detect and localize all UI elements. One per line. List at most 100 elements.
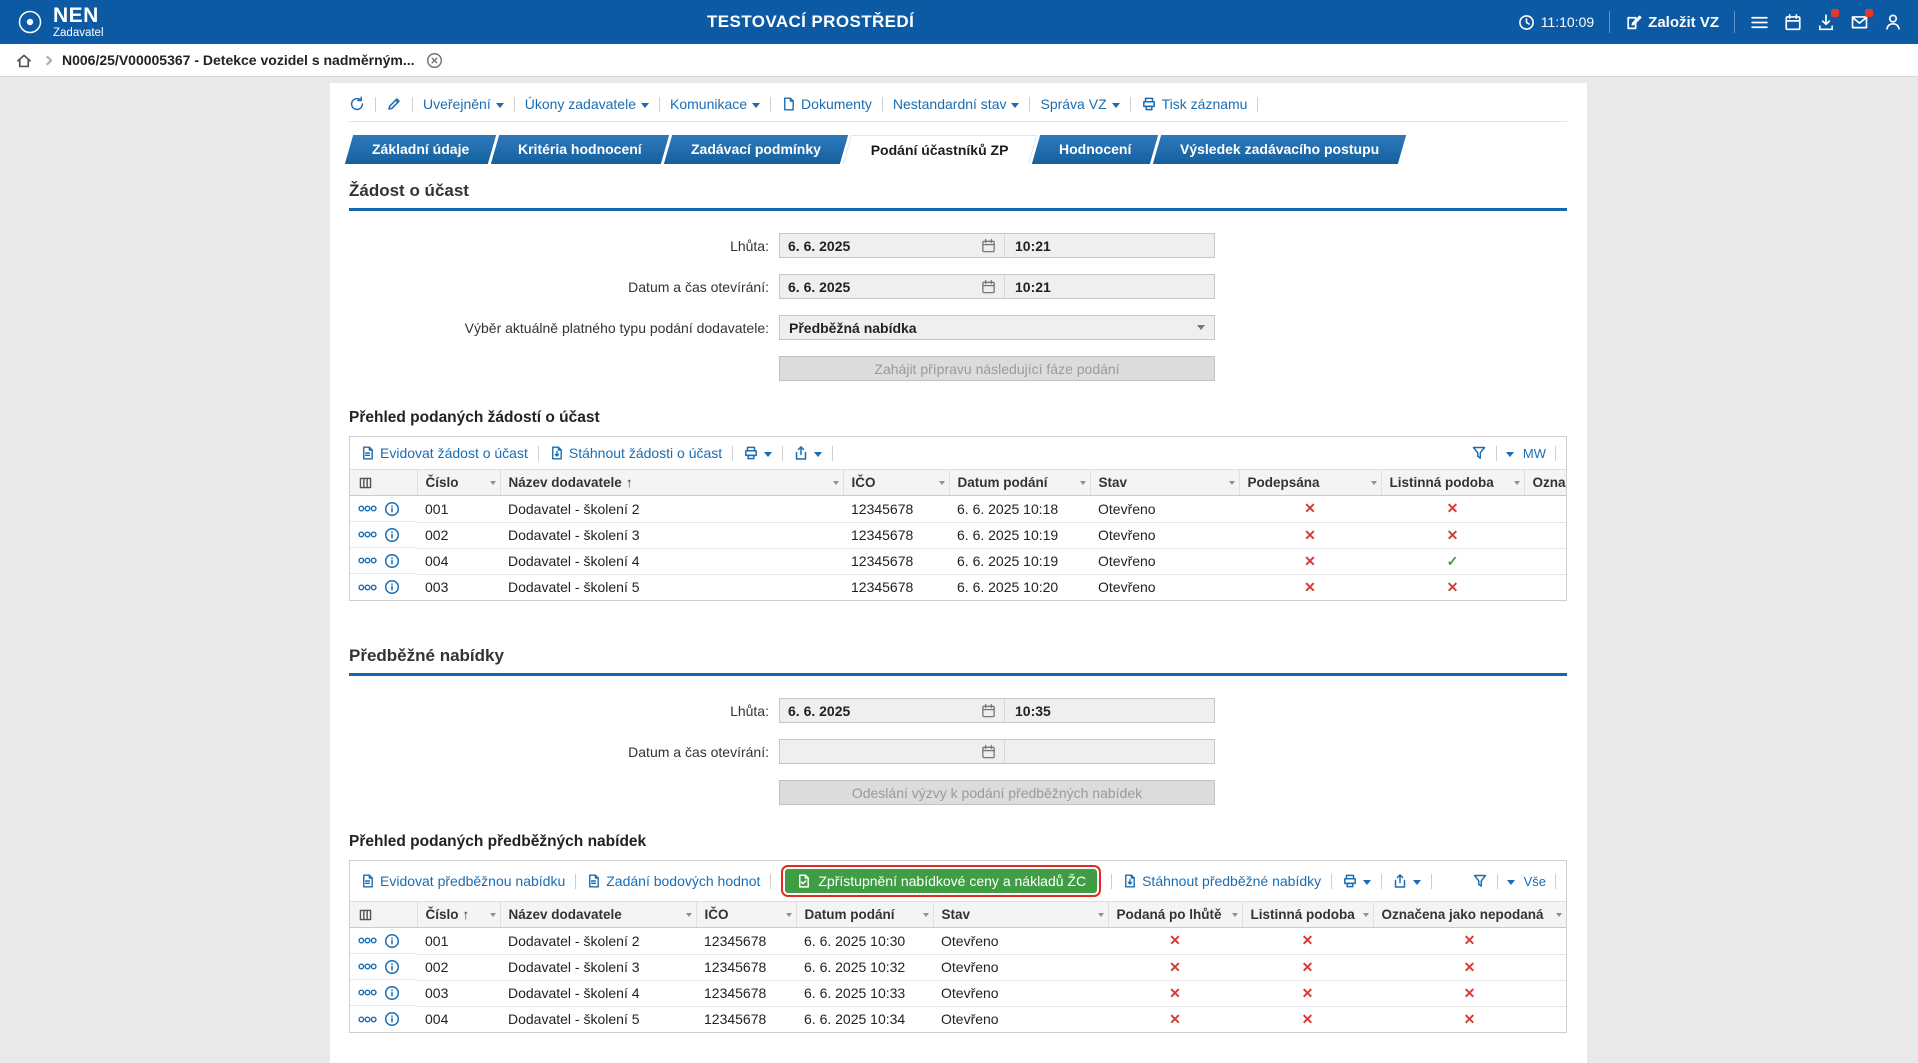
tab-vysledek[interactable]: Výsledek zadávacího postupu — [1153, 135, 1406, 164]
close-record-button[interactable] — [426, 52, 443, 69]
menu-nestandardni-stav[interactable]: Nestandardní stav — [893, 96, 1020, 112]
row-menu-icon[interactable] — [358, 584, 377, 591]
filter-caret-icon[interactable] — [1363, 913, 1369, 917]
otevirani-nabidky-datetime-field[interactable] — [779, 739, 1215, 764]
col-header-listinna[interactable]: Listinná podoba — [1381, 470, 1524, 496]
home-button[interactable] — [15, 52, 33, 69]
filter-caret-icon[interactable] — [833, 481, 839, 485]
info-icon[interactable] — [384, 1011, 400, 1027]
view-preset-label[interactable]: MW — [1523, 446, 1546, 461]
stahnout-zadosti-button[interactable]: Stáhnout žádosti o účast — [549, 445, 722, 461]
filter-caret-icon[interactable] — [939, 481, 945, 485]
filter-caret-icon[interactable] — [923, 913, 929, 917]
lhuta-datetime-field[interactable]: 6. 6. 2025 10:21 — [779, 233, 1215, 258]
stahnout-nabidky-button[interactable]: Stáhnout předběžné nabídky — [1122, 873, 1321, 889]
info-icon[interactable] — [384, 579, 400, 595]
col-header-datum[interactable]: Datum podání — [796, 902, 933, 928]
menu-ukony-zadavatele[interactable]: Úkony zadavatele — [525, 96, 649, 112]
create-vz-button[interactable]: Založit VZ — [1625, 14, 1719, 31]
tab-hodnoceni[interactable]: Hodnocení — [1031, 135, 1158, 164]
filter-caret-icon[interactable] — [490, 481, 496, 485]
nen-logo[interactable]: NEN Zadavatel — [16, 5, 104, 39]
col-header-podepsana[interactable]: Podepsána — [1239, 470, 1381, 496]
row-menu-icon[interactable] — [358, 937, 377, 944]
evidovat-zadost-button[interactable]: Evidovat žádost o účast — [360, 445, 528, 461]
col-header-ico[interactable]: IČO — [696, 902, 796, 928]
filter-caret-icon[interactable] — [1232, 913, 1238, 917]
calendar-button[interactable] — [1784, 13, 1802, 31]
info-icon[interactable] — [384, 501, 400, 517]
calendar-icon[interactable] — [981, 744, 996, 759]
zadosti-table-scroll[interactable]: Číslo Název dodavatele↑ IČO Datum podání… — [350, 470, 1566, 600]
calendar-icon[interactable] — [981, 279, 996, 294]
tab-podani-ucastniku-zp[interactable]: Podání účastníků ZP — [843, 135, 1037, 164]
edit-button[interactable] — [386, 96, 402, 112]
col-header-stav[interactable]: Stav — [1090, 470, 1239, 496]
filter-caret-icon[interactable] — [686, 913, 692, 917]
menu-komunikace[interactable]: Komunikace — [670, 96, 760, 112]
menu-button[interactable] — [1750, 14, 1769, 31]
col-header-nazev[interactable]: Název dodavatele — [500, 902, 696, 928]
filter-caret-icon[interactable] — [1080, 481, 1086, 485]
col-header-oznacena[interactable]: Označena jako nepodaná — [1373, 902, 1566, 928]
col-header-ico[interactable]: IČO — [843, 470, 949, 496]
tab-zadavaci-podminky[interactable]: Zadávací podmínky — [664, 135, 848, 164]
menu-sprava-vz[interactable]: Správa VZ — [1040, 96, 1119, 112]
messages-button[interactable] — [1850, 13, 1869, 31]
info-icon[interactable] — [384, 933, 400, 949]
chevron-down-icon[interactable] — [1506, 452, 1514, 457]
export-table-button[interactable] — [1392, 873, 1421, 889]
breadcrumb-record[interactable]: N006/25/V00005367 - Detekce vozidel s na… — [62, 52, 415, 68]
filter-caret-icon[interactable] — [786, 913, 792, 917]
col-header-datum[interactable]: Datum podání — [949, 470, 1090, 496]
col-header-oznacena[interactable]: Označena jako nepodaná — [1524, 470, 1566, 496]
col-header-listinna[interactable]: Listinná podoba — [1242, 902, 1373, 928]
view-preset-label[interactable]: Vše — [1524, 874, 1546, 889]
zahajit-fazi-button[interactable]: Zahájit přípravu následující fáze podání — [779, 356, 1215, 381]
row-menu-icon[interactable] — [358, 505, 377, 512]
downloads-button[interactable] — [1817, 13, 1835, 31]
filter-button[interactable] — [1471, 445, 1487, 461]
row-menu-icon[interactable] — [358, 1016, 377, 1023]
lhuta-nabidky-datetime-field[interactable]: 6. 6. 2025 10:35 — [779, 698, 1215, 723]
otevirani-datetime-field[interactable]: 6. 6. 2025 10:21 — [779, 274, 1215, 299]
filter-caret-icon[interactable] — [1229, 481, 1235, 485]
menu-dokumenty[interactable]: Dokumenty — [781, 96, 872, 112]
filter-button[interactable] — [1472, 873, 1488, 889]
filter-caret-icon[interactable] — [1098, 913, 1104, 917]
nabidky-table-scroll[interactable]: Číslo↑ Název dodavatele IČO Datum podání… — [350, 902, 1566, 1032]
col-header-nazev[interactable]: Název dodavatele↑ — [500, 470, 843, 496]
typ-podani-select[interactable]: Předběžná nabídka — [779, 315, 1215, 340]
filter-caret-icon[interactable] — [1556, 913, 1562, 917]
col-header-cislo[interactable]: Číslo↑ — [417, 902, 500, 928]
filter-caret-icon[interactable] — [490, 913, 496, 917]
zpristupneni-ceny-button[interactable]: Zpřístupnění nabídkové ceny a nákladů ŽC — [785, 869, 1097, 893]
tab-kriteria-hodnoceni[interactable]: Kritéria hodnocení — [491, 135, 669, 164]
evidovat-nabidku-button[interactable]: Evidovat předběžnou nabídku — [360, 873, 565, 889]
col-header-po-lhute[interactable]: Podaná po lhůtě — [1108, 902, 1242, 928]
tab-zakladni-udaje[interactable]: Základní údaje — [345, 135, 497, 164]
info-icon[interactable] — [384, 959, 400, 975]
calendar-icon[interactable] — [981, 703, 996, 718]
info-icon[interactable] — [384, 985, 400, 1001]
print-table-button[interactable] — [743, 445, 772, 461]
row-menu-icon[interactable] — [358, 557, 377, 564]
row-menu-icon[interactable] — [358, 989, 377, 996]
refresh-button[interactable] — [349, 96, 365, 112]
col-header-actions[interactable] — [350, 470, 417, 496]
zadani-bodovych-hodnot-button[interactable]: Zadání bodových hodnot — [586, 873, 760, 889]
menu-uverejneni[interactable]: Uveřejnění — [423, 96, 504, 112]
profile-button[interactable] — [1884, 13, 1902, 31]
info-icon[interactable] — [384, 553, 400, 569]
col-header-stav[interactable]: Stav — [933, 902, 1108, 928]
menu-tisk-zaznamu[interactable]: Tisk záznamu — [1141, 96, 1248, 112]
col-header-cislo[interactable]: Číslo — [417, 470, 500, 496]
row-menu-icon[interactable] — [358, 963, 377, 970]
export-table-button[interactable] — [793, 445, 822, 461]
info-icon[interactable] — [384, 527, 400, 543]
print-table-button[interactable] — [1342, 873, 1371, 889]
odeslani-vyzvy-button[interactable]: Odeslání výzvy k podání předběžných nabí… — [779, 780, 1215, 805]
chevron-down-icon[interactable] — [1507, 880, 1515, 885]
row-menu-icon[interactable] — [358, 531, 377, 538]
filter-caret-icon[interactable] — [1371, 481, 1377, 485]
